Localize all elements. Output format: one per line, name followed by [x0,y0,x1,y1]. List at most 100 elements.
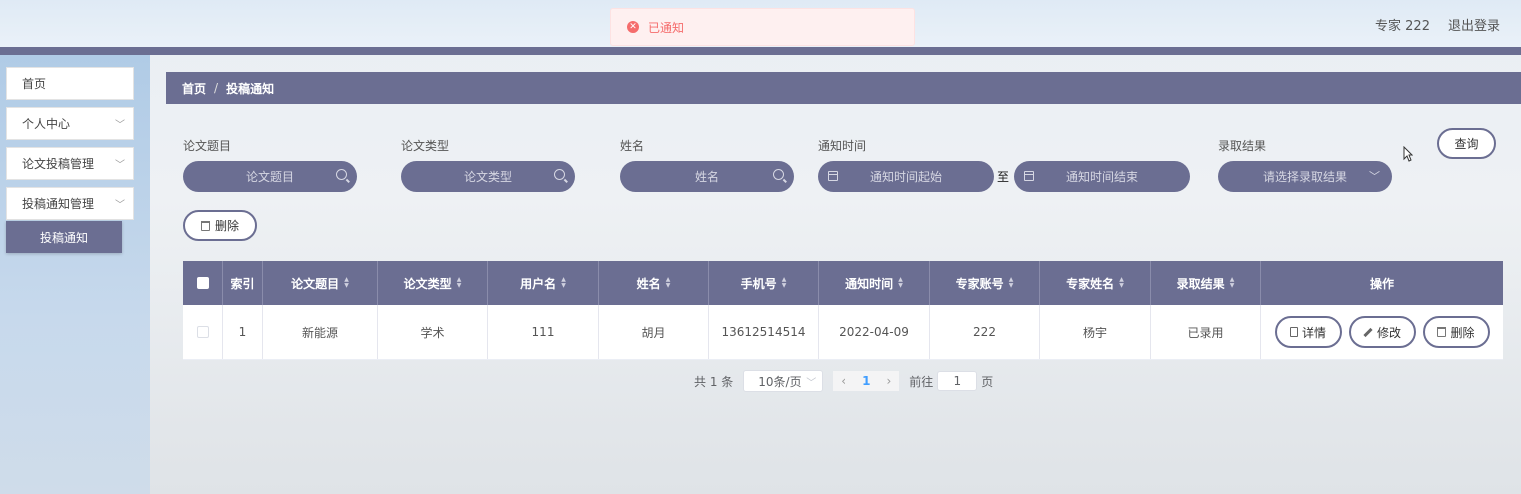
edit-icon [1363,327,1373,337]
title-search-input[interactable]: 论文题目 [183,161,357,192]
column-expert-name: 专家姓名 [1066,276,1115,291]
row-select-cell [183,305,223,359]
breadcrumb: 首页 / 投稿通知 [166,72,1521,104]
prev-page-icon[interactable]: ‹ [841,374,846,388]
result-placeholder: 请选择录取结果 [1262,170,1347,184]
current-user: 专家 222 [1375,19,1430,34]
table-cell: 111 [488,305,599,359]
row-delete-button[interactable]: 删除 [1422,316,1490,348]
chevron-down-icon: ﹀ [806,377,817,389]
header-divider [0,47,1521,55]
column-header: 操作 [1261,261,1503,305]
goto-page-input[interactable]: 1 [937,371,978,391]
sidebar-item-notice-management[interactable]: 投稿通知管理 ﹀ [6,187,134,220]
time-end-placeholder: 通知时间结束 [1065,170,1138,184]
search-icon [554,169,565,180]
error-circle-icon: ✕ [627,21,639,33]
sort-icon[interactable]: ▲ ▼ [1230,277,1235,289]
column-header[interactable]: 姓名 ▲ ▼ [599,261,709,305]
column-result: 录取结果 [1176,276,1225,291]
current-page[interactable]: 1 [862,374,870,388]
sidebar-item-label: 论文投稿管理 [22,157,95,171]
logout-link[interactable]: 退出登录 [1448,15,1500,34]
calendar-icon [1024,171,1034,181]
title-placeholder: 论文题目 [245,170,294,184]
column-header: 索引 [223,261,263,305]
sort-icon[interactable]: ▲ ▼ [561,277,566,289]
breadcrumb-home[interactable]: 首页 [182,80,206,97]
sidebar-item-paper-management[interactable]: 论文投稿管理 ﹀ [6,147,134,180]
edit-label: 修改 [1376,325,1401,340]
type-label: 论文类型 [401,139,450,153]
notice-table: 索引 论文题目 ▲ ▼ 论文类型 ▲ ▼ 用户名 ▲ ▼ 姓名 ▲ ▼ 手机号 ▲ ▼ 通知时间 ▲ ▼… [183,261,1503,360]
user-area: 专家 222 退出登录 [1375,15,1500,34]
table-cell: 2022-04-09 [819,305,930,359]
column-index: 索引 [230,276,255,291]
sort-icon[interactable]: ▲ ▼ [782,277,787,289]
column-header[interactable]: 论文题目 ▲ ▼ [263,261,378,305]
column-type: 论文类型 [403,276,452,291]
notification-toast: ✕ 已通知 [610,8,915,46]
chevron-down-icon: ﹀ [115,160,125,171]
trash-icon [200,220,210,231]
sort-icon[interactable]: ▲ ▼ [898,277,903,289]
table-cell: 杨宇 [1040,305,1151,359]
goto-label: 前往 [909,374,934,389]
edit-button[interactable]: 修改 [1348,316,1416,348]
row-checkbox[interactable] [196,326,209,338]
query-button[interactable]: 查询 [1437,128,1496,159]
sort-icon[interactable]: ▲ ▼ [1119,277,1124,289]
select-all-checkbox[interactable] [196,277,209,289]
page-navigator: ‹ 1 › [833,371,900,391]
column-header[interactable]: 论文类型 ▲ ▼ [378,261,488,305]
time-start-input[interactable]: 通知时间起始 [818,161,994,192]
sort-icon[interactable]: ▲ ▼ [1009,277,1014,289]
sidebar-item-label: 个人中心 [22,117,71,131]
next-page-icon[interactable]: › [886,374,891,388]
table-cell: 已录用 [1151,305,1261,359]
query-button-label: 查询 [1454,137,1479,151]
row-delete-label: 删除 [1450,325,1475,340]
table-cell: 新能源 [263,305,378,359]
column-expert-account: 专家账号 [955,276,1004,291]
calendar-icon [828,171,838,181]
total-count: 共 1 条 [694,374,734,389]
sidebar-subitem-notice[interactable]: 投稿通知 [6,221,122,253]
sidebar-item-label: 投稿通知管理 [22,197,95,211]
chevron-down-icon: ﹀ [115,200,125,211]
column-name: 姓名 [636,276,661,291]
column-header[interactable]: 手机号 ▲ ▼ [709,261,819,305]
time-start-placeholder: 通知时间起始 [869,170,942,184]
sort-icon[interactable]: ▲ ▼ [457,277,462,289]
chevron-down-icon: ﹀ [115,120,125,131]
column-header[interactable]: 专家姓名 ▲ ▼ [1040,261,1151,305]
name-search-input[interactable]: 姓名 [620,161,794,192]
table-cell: 1 [223,305,263,359]
column-phone: 手机号 [740,276,777,291]
breadcrumb-current: 投稿通知 [226,81,275,96]
type-placeholder: 论文类型 [463,170,512,184]
result-select[interactable]: 请选择录取结果 ﹀ [1218,161,1392,192]
range-separator: 至 [997,170,1010,184]
page-suffix: 页 [981,374,994,389]
column-header[interactable]: 通知时间 ▲ ▼ [819,261,930,305]
sidebar-item-home[interactable]: 首页 [6,67,134,100]
pagination: 共 1 条 10条/页 ﹀ ‹ 1 › 前往 1 页 [694,370,993,392]
chevron-down-icon: ﹀ [1369,170,1380,183]
name-label: 姓名 [620,139,645,153]
bulk-delete-button[interactable]: 删除 [183,210,257,241]
table-header: 索引 论文题目 ▲ ▼ 论文类型 ▲ ▼ 用户名 ▲ ▼ 姓名 ▲ ▼ 手机号 ▲ ▼ 通知时间 ▲ ▼… [183,261,1503,305]
search-icon [336,169,347,180]
select-all-cell [183,261,223,305]
column-header[interactable]: 录取结果 ▲ ▼ [1151,261,1261,305]
column-header[interactable]: 专家账号 ▲ ▼ [930,261,1040,305]
sidebar-item-personal-center[interactable]: 个人中心 ﹀ [6,107,134,140]
column-header[interactable]: 用户名 ▲ ▼ [488,261,599,305]
column-title: 论文题目 [291,276,340,291]
sort-icon[interactable]: ▲ ▼ [666,277,671,289]
detail-button[interactable]: 详情 [1274,316,1342,348]
time-end-input[interactable]: 通知时间结束 [1014,161,1190,192]
sort-icon[interactable]: ▲ ▼ [344,277,349,289]
page-size-select[interactable]: 10条/页 ﹀ [743,370,824,392]
type-search-input[interactable]: 论文类型 [401,161,575,192]
